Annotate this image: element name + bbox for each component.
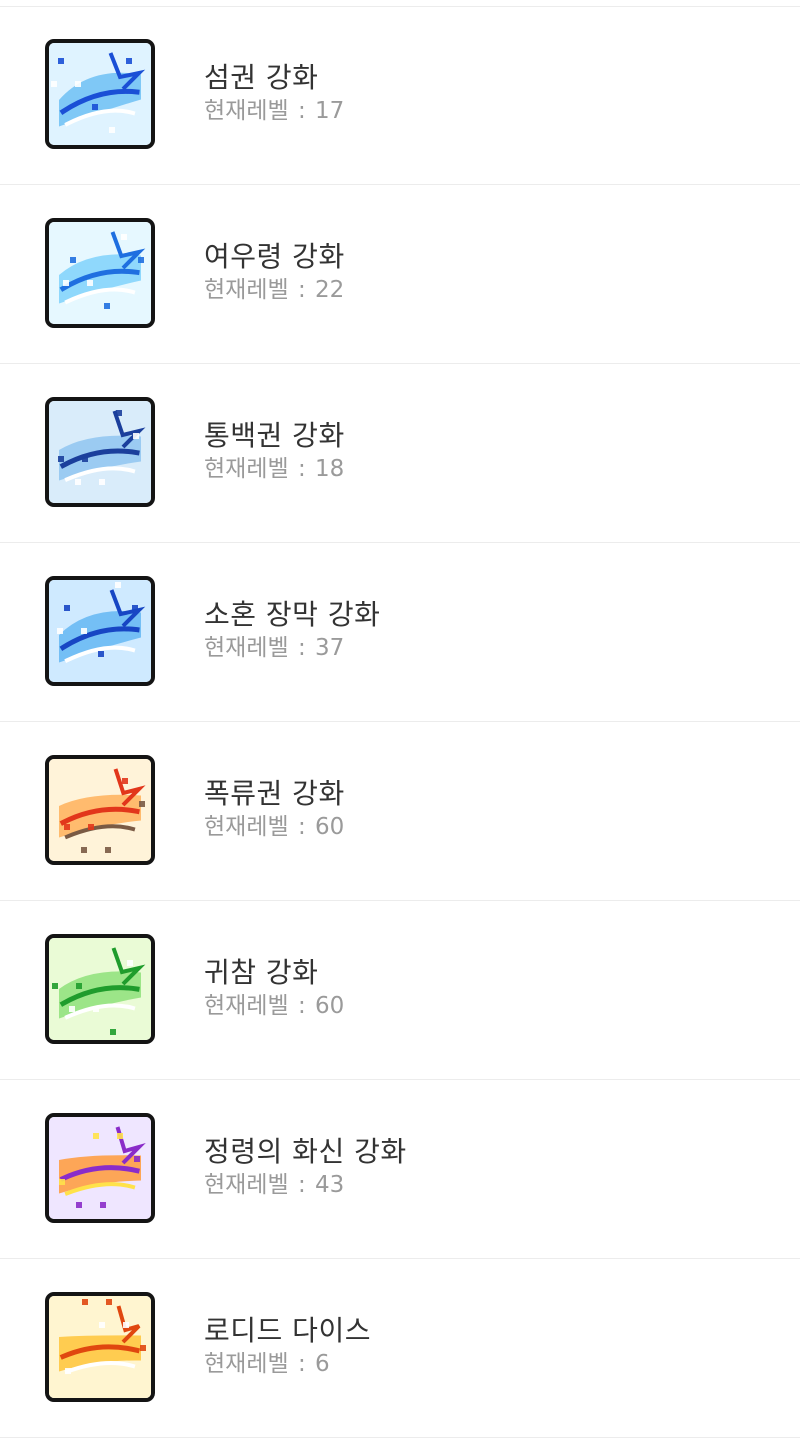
level-separator: : bbox=[290, 456, 314, 482]
skill-name: 섬권 강화 bbox=[204, 61, 319, 94]
level-separator: : bbox=[290, 1351, 314, 1377]
skill-name: 통백권 강화 bbox=[204, 419, 345, 452]
skill-row[interactable]: 정령의 화신 강화현재레벨 : 43 bbox=[0, 1081, 800, 1259]
current-level-label: 현재레벨 bbox=[204, 277, 289, 303]
current-level-label: 현재레벨 bbox=[204, 1172, 289, 1198]
current-level: 현재레벨 : 60 bbox=[204, 813, 345, 841]
current-level-value: 43 bbox=[315, 1172, 345, 1198]
level-separator: : bbox=[290, 1172, 314, 1198]
skill-enhance-list: 섬권 강화 현재레벨 : 17 여우령 강화 현재레벨 : 22 통백권 강화 현재레벨 … bbox=[0, 0, 800, 1440]
level-separator: : bbox=[290, 98, 314, 124]
current-level: 현재레벨 : 37 bbox=[204, 634, 380, 662]
current-level-label: 현재레벨 bbox=[204, 1351, 289, 1377]
skill-text: 여우령 강화현재레벨 : 22 bbox=[204, 240, 345, 304]
current-level: 현재레벨 : 6 bbox=[204, 1350, 371, 1378]
skill-row[interactable]: 통백권 강화현재레벨 : 18 bbox=[0, 365, 800, 543]
current-level: 현재레벨 : 43 bbox=[204, 1171, 407, 1199]
level-separator: : bbox=[290, 814, 314, 840]
skill-icon-loaded-dice bbox=[45, 1292, 155, 1402]
skill-row[interactable]: 폭류권 강화현재레벨 : 60 bbox=[0, 723, 800, 901]
current-level-label: 현재레벨 bbox=[204, 456, 289, 482]
skill-name: 소혼 장막 강화 bbox=[204, 598, 381, 631]
skill-row[interactable]: 여우령 강화현재레벨 : 22 bbox=[0, 186, 800, 364]
skill-icon-spirit-incarnation bbox=[45, 1113, 155, 1223]
skill-text: 폭류권 강화현재레벨 : 60 bbox=[204, 777, 345, 841]
current-level: 현재레벨 : 18 bbox=[204, 455, 345, 483]
skill-name: 여우령 강화 bbox=[204, 240, 345, 273]
skill-icon-sohon-curtain bbox=[45, 576, 155, 686]
current-level-value: 17 bbox=[315, 98, 345, 124]
skill-name: 귀참 강화 bbox=[204, 956, 319, 989]
current-level-value: 60 bbox=[315, 993, 345, 1019]
current-level-value: 37 bbox=[315, 635, 345, 661]
skill-name: 정령의 화신 강화 bbox=[204, 1135, 407, 1168]
skill-text: 소혼 장막 강화현재레벨 : 37 bbox=[204, 598, 380, 662]
skill-row[interactable]: 소혼 장막 강화현재레벨 : 37 bbox=[0, 544, 800, 722]
current-level: 현재레벨 : 22 bbox=[204, 276, 345, 304]
skill-name: 폭류권 강화 bbox=[204, 777, 345, 810]
current-level-label: 현재레벨 bbox=[204, 98, 289, 124]
skill-icon-pokryugwon bbox=[45, 755, 155, 865]
skill-icon-fox-spirit bbox=[45, 218, 155, 328]
skill-text: 섬권 강화현재레벨 : 17 bbox=[204, 61, 344, 125]
skill-text: 귀참 강화현재레벨 : 60 bbox=[204, 956, 344, 1020]
current-level-value: 18 bbox=[315, 456, 345, 482]
current-level: 현재레벨 : 17 bbox=[204, 97, 344, 125]
current-level-value: 60 bbox=[315, 814, 345, 840]
current-level-label: 현재레벨 bbox=[204, 635, 289, 661]
current-level-label: 현재레벨 bbox=[204, 993, 289, 1019]
skill-icon-seomgwon bbox=[45, 39, 155, 149]
current-level-label: 현재레벨 bbox=[204, 814, 289, 840]
skill-name: 로디드 다이스 bbox=[204, 1314, 371, 1347]
skill-text: 정령의 화신 강화현재레벨 : 43 bbox=[204, 1135, 407, 1199]
skill-text: 로디드 다이스현재레벨 : 6 bbox=[204, 1314, 371, 1378]
current-level-value: 6 bbox=[315, 1351, 330, 1377]
current-level: 현재레벨 : 60 bbox=[204, 992, 344, 1020]
skill-icon-tongbaekgwon bbox=[45, 397, 155, 507]
current-level-value: 22 bbox=[315, 277, 345, 303]
level-separator: : bbox=[290, 993, 314, 1019]
skill-icon-gwicham bbox=[45, 934, 155, 1044]
level-separator: : bbox=[290, 635, 314, 661]
level-separator: : bbox=[290, 277, 314, 303]
skill-row[interactable]: 로디드 다이스현재레벨 : 6 bbox=[0, 1260, 800, 1438]
skill-row[interactable]: 귀참 강화현재레벨 : 60 bbox=[0, 902, 800, 1080]
skill-text: 통백권 강화현재레벨 : 18 bbox=[204, 419, 345, 483]
skill-row[interactable]: 섬권 강화현재레벨 : 17 bbox=[0, 7, 800, 185]
